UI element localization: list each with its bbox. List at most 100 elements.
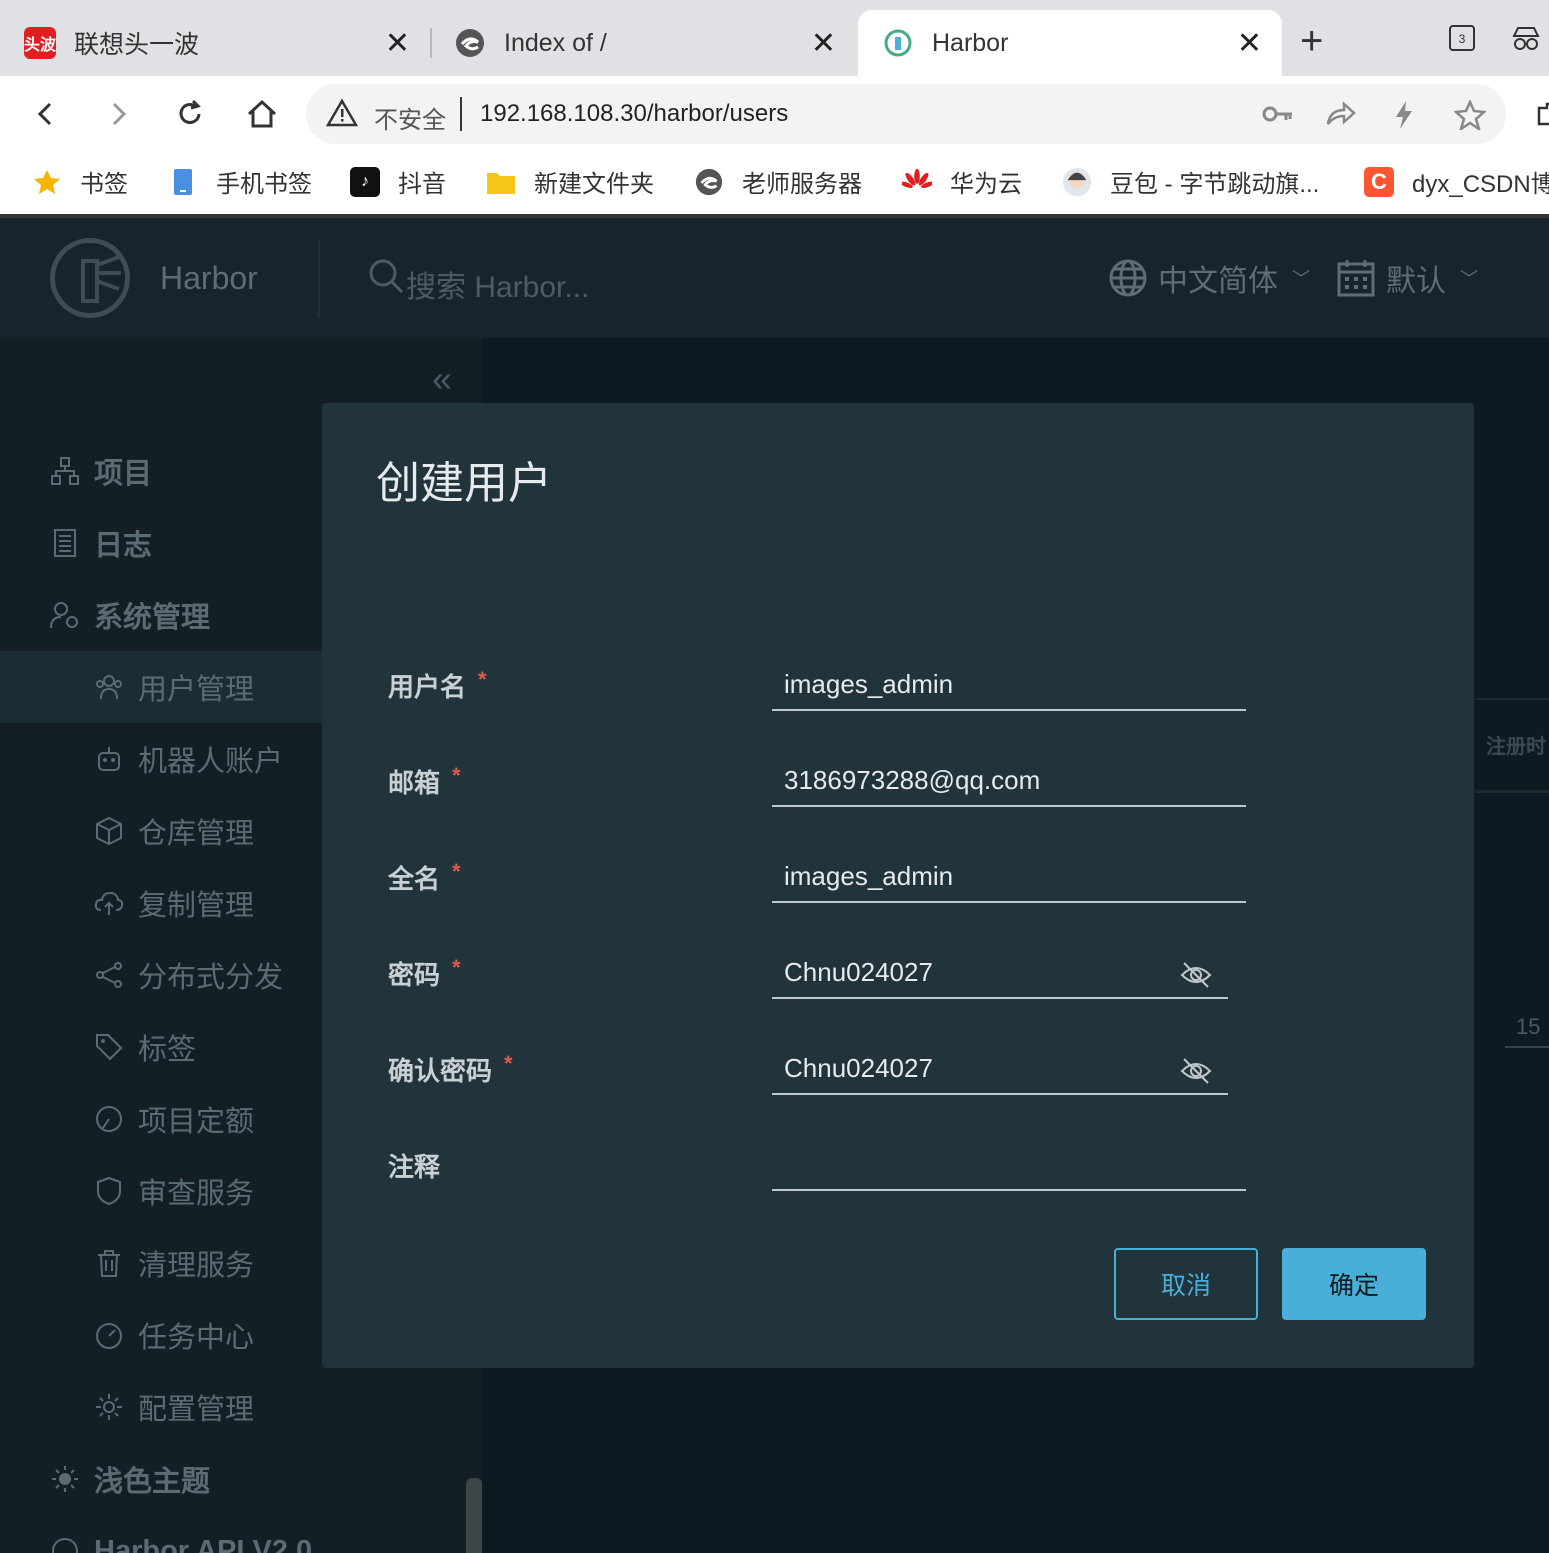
edge-icon — [694, 167, 724, 197]
browser-tab-1[interactable]: 头波 联想头一波 ✕ — [0, 10, 430, 76]
global-search-input[interactable]: 搜索 Harbor... — [406, 262, 589, 306]
create-user-modal: 创建用户 用户名 * 邮箱 * 全名 * 密码 * 确认密码 * 注释 取消 确定 — [322, 403, 1474, 1368]
nav-label: 标签 — [138, 1034, 197, 1066]
news-icon: 头波 — [24, 27, 56, 59]
back-button[interactable] — [22, 90, 70, 138]
search-icon — [368, 258, 404, 299]
nav-label: 复制管理 — [138, 890, 255, 922]
bookmark-item[interactable]: 华为云 — [902, 164, 1022, 199]
browser-toolbar: 不安全 192.168.108.30/harbor/users — [0, 76, 1549, 152]
sidebar-item-configuration[interactable]: 配置管理 — [0, 1371, 482, 1443]
email-input[interactable] — [772, 751, 1246, 807]
email-label: 邮箱 * — [388, 763, 461, 800]
eye-hide-icon[interactable] — [1180, 959, 1212, 991]
comment-label: 注释 — [388, 1147, 440, 1184]
ok-button[interactable]: 确定 — [1282, 1248, 1426, 1320]
collapse-sidebar-icon[interactable]: « — [432, 358, 452, 400]
sidebar-item-api[interactable]: Harbor API V2.0 — [0, 1515, 482, 1553]
bookmark-item[interactable]: 老师服务器 — [694, 164, 862, 199]
doubao-icon — [1062, 167, 1092, 197]
tab-count-icon[interactable]: 3 — [1448, 24, 1476, 58]
bookmark-item[interactable]: 手机书签 — [168, 164, 312, 199]
share-icon — [94, 960, 124, 990]
key-icon[interactable] — [1262, 100, 1294, 133]
field-label-text: 用户名 — [388, 672, 467, 702]
fullname-label: 全名 * — [388, 859, 461, 896]
share-icon[interactable] — [1324, 100, 1356, 133]
phone-icon — [168, 167, 198, 197]
language-selector[interactable]: 中文简体 ﹀ — [1108, 256, 1310, 300]
field-label-text: 邮箱 — [388, 768, 441, 798]
close-tab-icon[interactable]: ✕ — [385, 26, 410, 61]
quota-icon — [94, 1104, 124, 1134]
close-tab-icon[interactable]: ✕ — [1237, 26, 1262, 61]
nav-label: 项目定额 — [138, 1106, 255, 1138]
sidebar-scrollbar[interactable] — [466, 1478, 482, 1553]
edge-icon — [454, 27, 486, 59]
nav-label: 机器人账户 — [138, 746, 284, 778]
new-tab-button[interactable]: + — [1300, 18, 1323, 64]
extensions-icon[interactable] — [1525, 90, 1549, 138]
url-text[interactable]: 192.168.108.30/harbor/users — [480, 100, 788, 128]
globe-icon — [1109, 259, 1147, 297]
replication-icon — [94, 888, 124, 918]
trash-icon — [94, 1248, 124, 1278]
security-label[interactable]: 不安全 — [374, 100, 446, 135]
cancel-button[interactable]: 取消 — [1114, 1248, 1258, 1320]
eye-hide-icon[interactable] — [1180, 1055, 1212, 1087]
confirm-password-input[interactable] — [772, 1039, 1228, 1095]
lightning-icon[interactable] — [1392, 100, 1416, 135]
bookmark-label: dyx_CSDN博 — [1412, 171, 1549, 198]
close-tab-icon[interactable]: ✕ — [811, 26, 836, 61]
username-label: 用户名 * — [388, 667, 487, 704]
nav-label: 系统管理 — [94, 602, 211, 634]
nav-label: 仓库管理 — [138, 818, 255, 850]
bookmark-item[interactable]: 书签 — [32, 164, 128, 199]
nav-label: 用户管理 — [138, 674, 255, 706]
nav-label: 日志 — [94, 530, 153, 562]
nav-label: 审查服务 — [138, 1178, 255, 1210]
password-input[interactable] — [772, 943, 1228, 999]
bookmark-item[interactable]: 新建文件夹 — [486, 164, 654, 199]
browser-tab-3-active[interactable]: Harbor ✕ — [858, 10, 1282, 76]
reload-button[interactable] — [166, 90, 214, 138]
star-bookmark-icon[interactable] — [1453, 98, 1487, 135]
required-mark: * — [452, 859, 461, 884]
app-header: Harbor 搜索 Harbor... 中文简体 ﹀ 默认 ﹀ — [0, 218, 1549, 338]
sidebar-item-light-theme[interactable]: 浅色主题 — [0, 1443, 482, 1515]
browser-tab-2[interactable]: Index of / ✕ — [430, 10, 856, 76]
douyin-icon: ♪ — [350, 166, 380, 197]
warning-icon[interactable] — [325, 98, 359, 133]
harbor-icon — [882, 27, 914, 59]
bookmark-label: 老师服务器 — [742, 171, 862, 198]
nav-label: Harbor API V2.0 — [94, 1534, 313, 1553]
nav-label: 清理服务 — [138, 1250, 255, 1282]
bookmark-item[interactable]: ♪ 抖音 — [350, 164, 446, 199]
gear-icon — [94, 1392, 124, 1422]
datetime-format-selector[interactable]: 默认 ﹀ — [1336, 256, 1478, 300]
comment-input[interactable] — [772, 1135, 1246, 1191]
tab-count: 3 — [1459, 32, 1466, 46]
admin-icon — [50, 600, 80, 630]
column-header[interactable]: 注册时 — [1486, 730, 1546, 759]
robot-icon — [94, 744, 124, 774]
tab-title: 联想头一波 — [74, 31, 200, 59]
home-button[interactable] — [238, 90, 286, 138]
incognito-icon[interactable] — [1510, 24, 1542, 58]
harbor-logo-icon[interactable] — [50, 238, 130, 318]
csdn-icon: C — [1364, 166, 1394, 197]
bookmark-item[interactable]: 豆包 - 字节跳动旗... — [1062, 164, 1319, 199]
page-size-select[interactable]: 15 — [1516, 1014, 1540, 1040]
username-input[interactable] — [772, 655, 1246, 711]
field-label-text: 确认密码 — [388, 1056, 493, 1086]
field-label-text: 注释 — [388, 1152, 441, 1182]
back-arrow-icon — [37, 102, 52, 126]
address-bar[interactable]: 不安全 192.168.108.30/harbor/users — [306, 84, 1506, 144]
browser-tab-bar: 头波 联想头一波 ✕ Index of / ✕ Harbor ✕ + 3 — [0, 0, 1549, 76]
fullname-input[interactable] — [772, 847, 1246, 903]
forward-button[interactable] — [94, 90, 142, 138]
bookmark-label: 手机书签 — [216, 171, 312, 198]
bookmark-item[interactable]: C dyx_CSDN博 — [1364, 164, 1549, 199]
app-name[interactable]: Harbor — [160, 260, 258, 297]
calendar-icon — [1337, 260, 1375, 297]
